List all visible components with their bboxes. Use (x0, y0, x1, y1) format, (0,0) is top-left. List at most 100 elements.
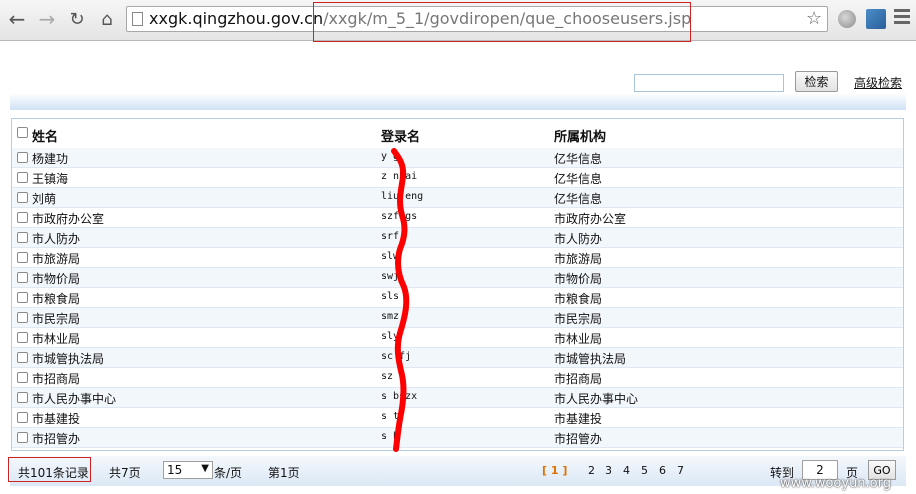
column-header-org: 所属机构 (554, 130, 607, 145)
row-checkbox[interactable] (17, 172, 28, 183)
per-page-label: 条/页 (214, 466, 243, 480)
search-input[interactable] (634, 74, 784, 92)
page-link[interactable]: 5 (641, 464, 648, 477)
cell-login: s b (381, 431, 400, 442)
watermark: www.wooyun.org (780, 476, 892, 491)
pagination-bar: 共101条记录 共7页 15 ▼ 条/页 第1页 [ 1 ] 2 3 4 5 6 7 转到 … (8, 456, 906, 486)
table-row[interactable]: 市招管办 s b 市招管办 (12, 428, 903, 448)
row-checkbox[interactable] (17, 232, 28, 243)
cell-name: 杨建功 (32, 152, 69, 166)
cell-login: z nhai (381, 171, 418, 182)
table-row[interactable]: 王镇海 z nhai 亿华信息 (12, 168, 903, 188)
page-link[interactable]: 3 (605, 464, 612, 477)
cell-login: smz (381, 311, 400, 322)
cell-org: 市人防办 (554, 232, 603, 246)
row-checkbox[interactable] (17, 332, 28, 343)
cell-name: 市粮食局 (32, 292, 81, 306)
table-row[interactable]: 市粮食局 sls 市粮食局 (12, 288, 903, 308)
cell-name: 刘萌 (32, 192, 57, 206)
page-link[interactable]: 7 (677, 464, 684, 477)
cell-name: 市民宗局 (32, 312, 81, 326)
search-button[interactable]: 检索 (795, 71, 838, 92)
table-row[interactable]: 市物价局 swj 市物价局 (12, 268, 903, 288)
table-row[interactable]: 刘萌 liu eng 亿华信息 (12, 188, 903, 208)
cell-name: 王镇海 (32, 172, 69, 186)
table-row[interactable]: 市政府办公室 szf gs 市政府办公室 (12, 208, 903, 228)
page-link[interactable]: 2 (588, 464, 595, 477)
bookmark-star-icon[interactable]: ☆ (806, 8, 822, 29)
cell-name: 市招管办 (32, 432, 81, 446)
row-checkbox[interactable] (17, 432, 28, 443)
row-checkbox[interactable] (17, 412, 28, 423)
cell-name: 市人民办事中心 (32, 392, 117, 406)
cell-org: 市政府办公室 (554, 212, 627, 226)
cell-org: 市粮食局 (554, 292, 603, 306)
cell-name: 市招商局 (32, 372, 81, 386)
row-checkbox[interactable] (17, 292, 28, 303)
url-host: xxgk.qingzhou.gov.cn (149, 9, 324, 28)
row-checkbox[interactable] (17, 312, 28, 323)
table-row[interactable]: 市旅游局 slw 市旅游局 (12, 248, 903, 268)
cell-login: slw (381, 251, 400, 262)
column-header-name: 姓名 (32, 130, 59, 145)
home-button[interactable]: ⌂ (94, 6, 120, 32)
row-checkbox[interactable] (17, 192, 28, 203)
url-text: xxgk.qingzhou.gov.cn/xxgk/m_5_1/govdirop… (149, 9, 691, 28)
address-bar[interactable]: xxgk.qingzhou.gov.cn/xxgk/m_5_1/govdirop… (126, 6, 828, 32)
table-row[interactable]: 市林业局 sly 市林业局 (12, 328, 903, 348)
table-row[interactable]: 市城管执法局 sc fj 市城管执法局 (12, 348, 903, 368)
cell-org: 亿华信息 (554, 172, 603, 186)
table-row[interactable]: 市招商局 sz j 市招商局 (12, 368, 903, 388)
page-link[interactable]: 4 (623, 464, 630, 477)
page-icon (132, 12, 143, 26)
cell-login: s t (381, 411, 400, 422)
page-size-select[interactable]: 15 ▼ (163, 461, 213, 479)
table-row[interactable]: 市人防办 srf 市人防办 (12, 228, 903, 248)
table-body: 杨建功 y g 亿华信息 王镇海 z nhai 亿华信息 刘萌 liu eng 亿华信息 市政府办… (12, 148, 903, 448)
table-row[interactable]: 市人民办事中心 s bszx 市人民办事中心 (12, 388, 903, 408)
table-row[interactable]: 杨建功 y g 亿华信息 (12, 148, 903, 168)
home-icon: ⌂ (101, 8, 113, 30)
row-checkbox[interactable] (17, 372, 28, 383)
select-all-checkbox[interactable] (17, 127, 28, 138)
chevron-down-icon: ▼ (201, 463, 209, 474)
reload-button[interactable]: ↻ (64, 6, 90, 32)
table-row[interactable]: 市基建投 s t 市基建投 (12, 408, 903, 428)
page-link[interactable]: 6 (659, 464, 666, 477)
globe-icon[interactable] (838, 10, 856, 28)
reload-icon: ↻ (69, 8, 85, 30)
page-link[interactable]: [ 1 ] (542, 464, 567, 477)
cell-org: 市招商局 (554, 372, 603, 386)
row-checkbox[interactable] (17, 392, 28, 403)
cell-org: 市林业局 (554, 332, 603, 346)
cell-org: 亿华信息 (554, 152, 603, 166)
total-pages: 共7页 (109, 466, 141, 480)
cell-org: 市招管办 (554, 432, 603, 446)
column-header-login: 登录名 (381, 130, 421, 145)
cell-login: y g (381, 151, 400, 162)
cell-login: sz j (381, 371, 406, 382)
forward-arrow-icon: → (38, 7, 56, 31)
back-button[interactable]: ← (4, 6, 30, 32)
row-checkbox[interactable] (17, 252, 28, 263)
cell-org: 亿华信息 (554, 192, 603, 206)
row-checkbox[interactable] (17, 212, 28, 223)
cell-org: 市基建投 (554, 412, 603, 426)
table-row[interactable]: 市民宗局 smz 市民宗局 (12, 308, 903, 328)
browser-toolbar: ← → ↻ ⌂ xxgk.qingzhou.gov.cn/xxgk/m_5_1/… (0, 0, 916, 41)
cell-name: 市旅游局 (32, 252, 81, 266)
cell-login: liu eng (381, 191, 424, 202)
cell-name: 市物价局 (32, 272, 81, 286)
forward-button[interactable]: → (34, 6, 60, 32)
row-checkbox[interactable] (17, 352, 28, 363)
menu-icon[interactable] (894, 9, 910, 27)
cell-name: 市基建投 (32, 412, 81, 426)
extension-icon[interactable] (866, 9, 886, 29)
page-size-value: 15 (167, 463, 183, 477)
cell-org: 市城管执法局 (554, 352, 627, 366)
cell-login: s bszx (381, 391, 418, 402)
advanced-search-link[interactable]: 高级检索 (854, 74, 902, 91)
row-checkbox[interactable] (17, 152, 28, 163)
total-records: 共101条记录 (18, 466, 89, 480)
row-checkbox[interactable] (17, 272, 28, 283)
